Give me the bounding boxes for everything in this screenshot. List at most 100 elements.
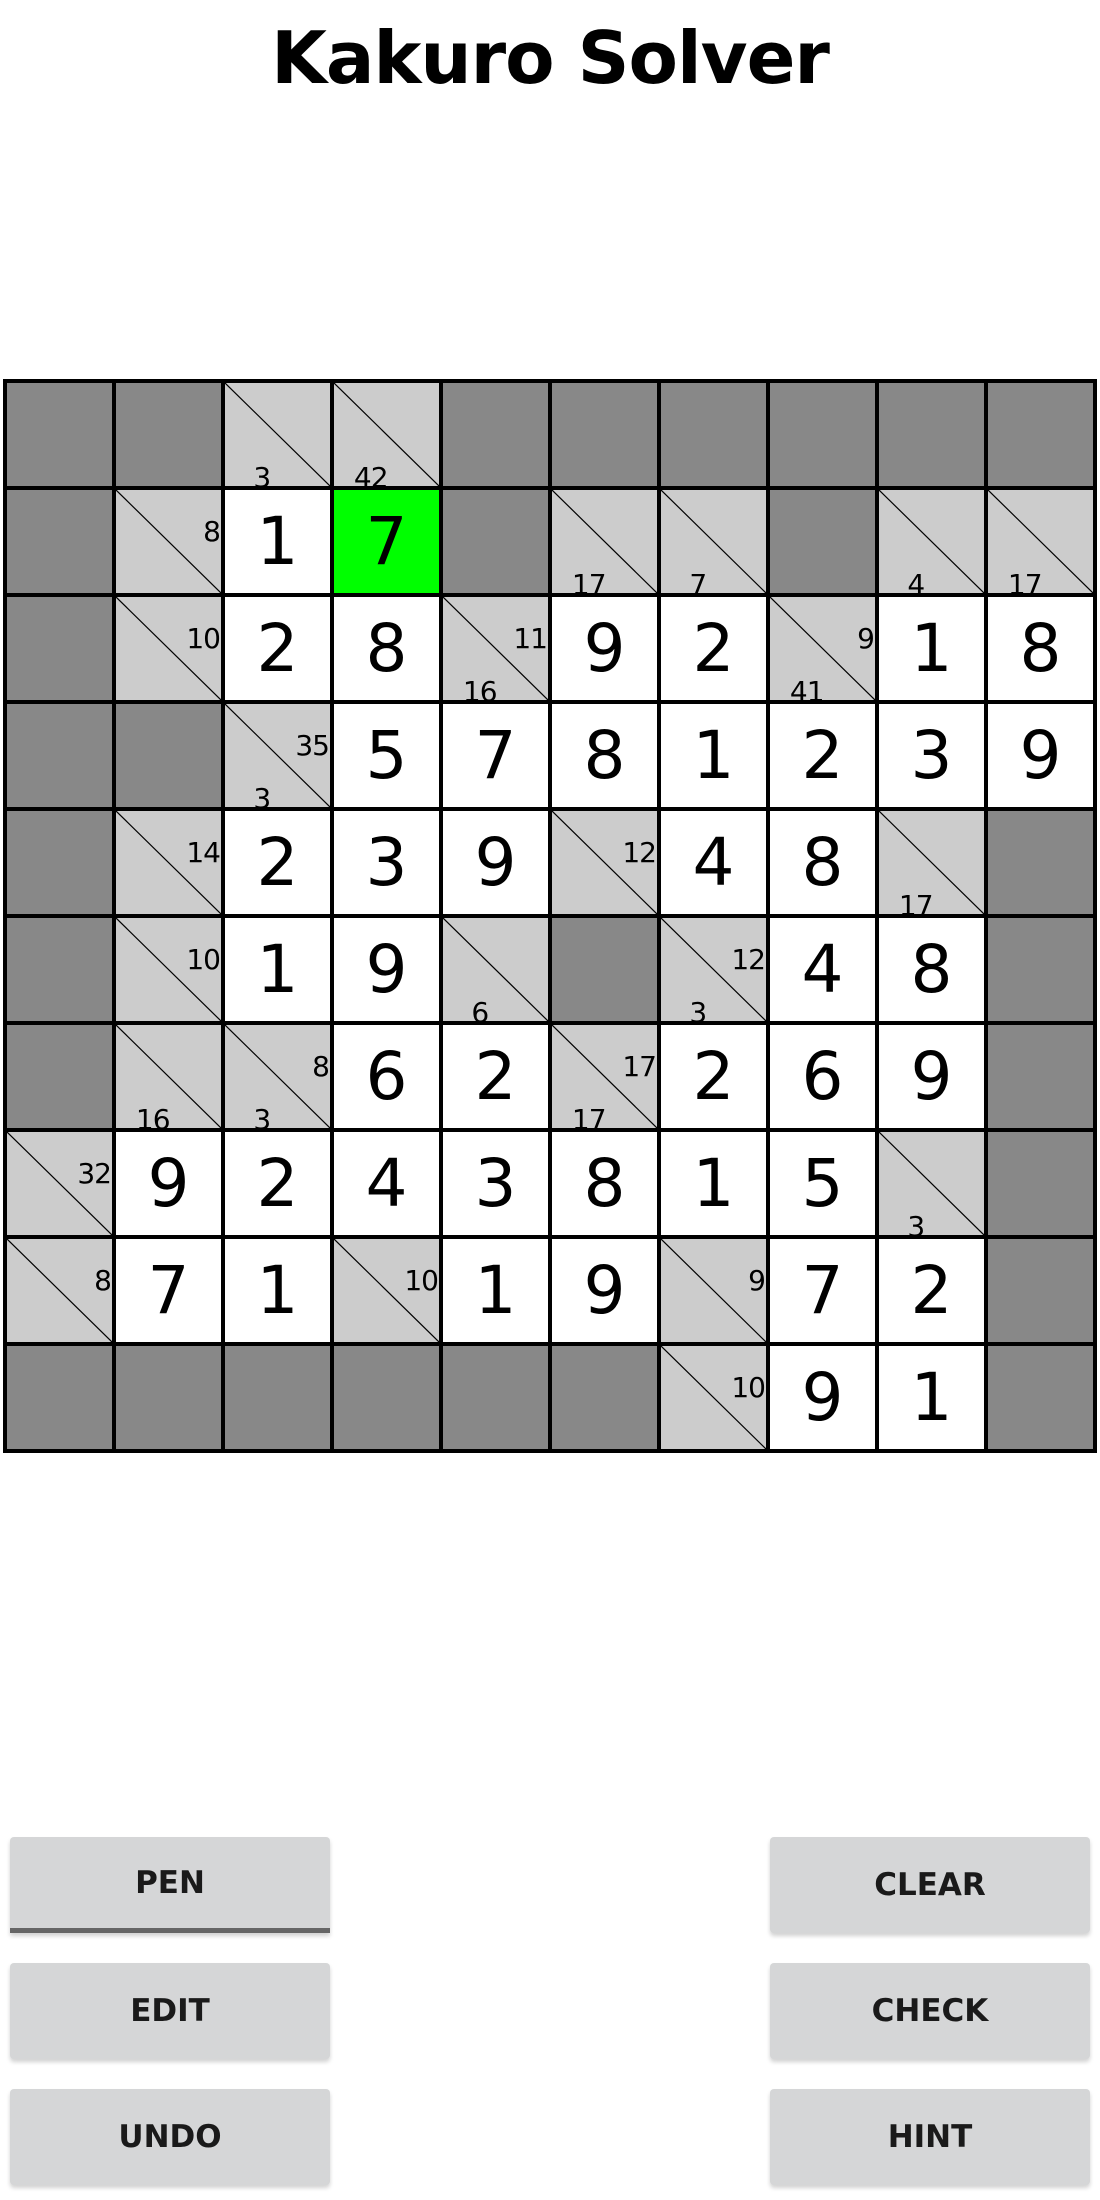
- entry-cell[interactable]: 1: [225, 490, 330, 593]
- cell-value: 8: [1019, 610, 1062, 687]
- selected-entry-cell[interactable]: 7: [334, 490, 439, 593]
- entry-cell[interactable]: 9: [443, 811, 548, 914]
- entry-cell[interactable]: 3: [443, 1132, 548, 1235]
- across-clue: 8: [203, 515, 221, 548]
- entry-cell[interactable]: 8: [770, 811, 875, 914]
- edit-mode-button[interactable]: EDIT: [10, 1963, 330, 2059]
- entry-cell[interactable]: 6: [770, 1025, 875, 1128]
- down-clue: 17: [571, 1103, 607, 1129]
- cell-value: 8: [583, 717, 626, 794]
- blocked-cell: [443, 383, 548, 486]
- entry-cell[interactable]: 7: [116, 1239, 221, 1342]
- entry-cell[interactable]: 2: [225, 1132, 330, 1235]
- down-clue: 4: [907, 568, 925, 594]
- clue-cell: 35 3: [225, 704, 330, 807]
- pen-mode-button[interactable]: PEN: [10, 1837, 330, 1933]
- cell-value: 9: [910, 1038, 953, 1115]
- down-clue: 3: [907, 1210, 925, 1236]
- down-clue: 3: [253, 1103, 271, 1129]
- cell-value: 7: [365, 503, 408, 580]
- entry-cell[interactable]: 9: [552, 597, 657, 700]
- blocked-cell: [552, 383, 657, 486]
- entry-cell[interactable]: 5: [770, 1132, 875, 1235]
- cell-value: 9: [583, 610, 626, 687]
- across-clue: 10: [186, 943, 221, 976]
- entry-cell[interactable]: 2: [225, 811, 330, 914]
- cell-value: 9: [147, 1145, 190, 1222]
- blocked-cell: [661, 383, 766, 486]
- cell-value: 3: [474, 1145, 517, 1222]
- down-clue: 41: [789, 675, 825, 701]
- entry-cell[interactable]: 1: [879, 1346, 984, 1449]
- hint-button[interactable]: HINT: [770, 2089, 1090, 2185]
- entry-cell[interactable]: 8: [879, 918, 984, 1021]
- clue-cell: 4: [879, 490, 984, 593]
- entry-cell[interactable]: 9: [334, 918, 439, 1021]
- entry-cell[interactable]: 9: [552, 1239, 657, 1342]
- clue-cell: 8: [7, 1239, 112, 1342]
- entry-cell[interactable]: 1: [661, 704, 766, 807]
- entry-cell[interactable]: 4: [661, 811, 766, 914]
- entry-cell[interactable]: 8: [988, 597, 1093, 700]
- blocked-cell: [116, 383, 221, 486]
- clear-button[interactable]: CLEAR: [770, 1837, 1090, 1933]
- down-clue: 16: [462, 675, 498, 701]
- blocked-cell: [443, 1346, 548, 1449]
- across-clue: 12: [622, 836, 657, 869]
- entry-cell[interactable]: 1: [225, 918, 330, 1021]
- blocked-cell: [7, 490, 112, 593]
- entry-cell[interactable]: 2: [879, 1239, 984, 1342]
- entry-cell[interactable]: 9: [879, 1025, 984, 1128]
- entry-cell[interactable]: 4: [334, 1132, 439, 1235]
- across-clue: 32: [77, 1157, 112, 1190]
- entry-cell[interactable]: 8: [552, 704, 657, 807]
- cell-value: 2: [692, 610, 735, 687]
- across-clue: 9: [857, 622, 875, 655]
- clue-cell: 16: [116, 1025, 221, 1128]
- entry-cell[interactable]: 3: [334, 811, 439, 914]
- entry-cell[interactable]: 8: [334, 597, 439, 700]
- clue-cell: 10: [116, 918, 221, 1021]
- entry-cell[interactable]: 1: [879, 597, 984, 700]
- entry-cell[interactable]: 9: [116, 1132, 221, 1235]
- entry-cell[interactable]: 7: [443, 704, 548, 807]
- cell-value: 5: [801, 1145, 844, 1222]
- across-clue: 14: [186, 836, 221, 869]
- entry-cell[interactable]: 9: [988, 704, 1093, 807]
- entry-cell[interactable]: 2: [661, 597, 766, 700]
- cell-value: 8: [910, 931, 953, 1008]
- entry-cell[interactable]: 2: [443, 1025, 548, 1128]
- clue-cell: 83: [225, 1025, 330, 1128]
- cell-value: 9: [583, 1252, 626, 1329]
- entry-cell[interactable]: 9: [770, 1346, 875, 1449]
- entry-cell[interactable]: 1: [443, 1239, 548, 1342]
- down-clue: 17: [571, 568, 607, 594]
- clue-cell: 9 41: [770, 597, 875, 700]
- clue-cell: 17 17: [552, 1025, 657, 1128]
- entry-cell[interactable]: 5: [334, 704, 439, 807]
- blocked-cell: [7, 811, 112, 914]
- across-clue: 10: [186, 622, 221, 655]
- cell-value: 2: [692, 1038, 735, 1115]
- kakuro-board: 3 42 8 1 7 17 7 4 17 10 2 8 11 16 9 2 9 41 1 8 35 3 5 7 8 1 2 3 9 14 2…: [3, 379, 1097, 1453]
- cell-value: 9: [801, 1359, 844, 1436]
- undo-button[interactable]: UNDO: [10, 2089, 330, 2185]
- cell-value: 1: [256, 1252, 299, 1329]
- entry-cell[interactable]: 8: [552, 1132, 657, 1235]
- entry-cell[interactable]: 2: [225, 597, 330, 700]
- blocked-cell: [334, 1346, 439, 1449]
- entry-cell[interactable]: 2: [770, 704, 875, 807]
- entry-cell[interactable]: 7: [770, 1239, 875, 1342]
- entry-cell[interactable]: 4: [770, 918, 875, 1021]
- cell-value: 8: [365, 610, 408, 687]
- cell-value: 1: [910, 1359, 953, 1436]
- entry-cell[interactable]: 1: [661, 1132, 766, 1235]
- entry-cell[interactable]: 1: [225, 1239, 330, 1342]
- check-button[interactable]: CHECK: [770, 1963, 1090, 2059]
- clue-cell: 3: [879, 1132, 984, 1235]
- entry-cell[interactable]: 2: [661, 1025, 766, 1128]
- entry-cell[interactable]: 6: [334, 1025, 439, 1128]
- blocked-cell: [552, 918, 657, 1021]
- entry-cell[interactable]: 3: [879, 704, 984, 807]
- cell-value: 8: [583, 1145, 626, 1222]
